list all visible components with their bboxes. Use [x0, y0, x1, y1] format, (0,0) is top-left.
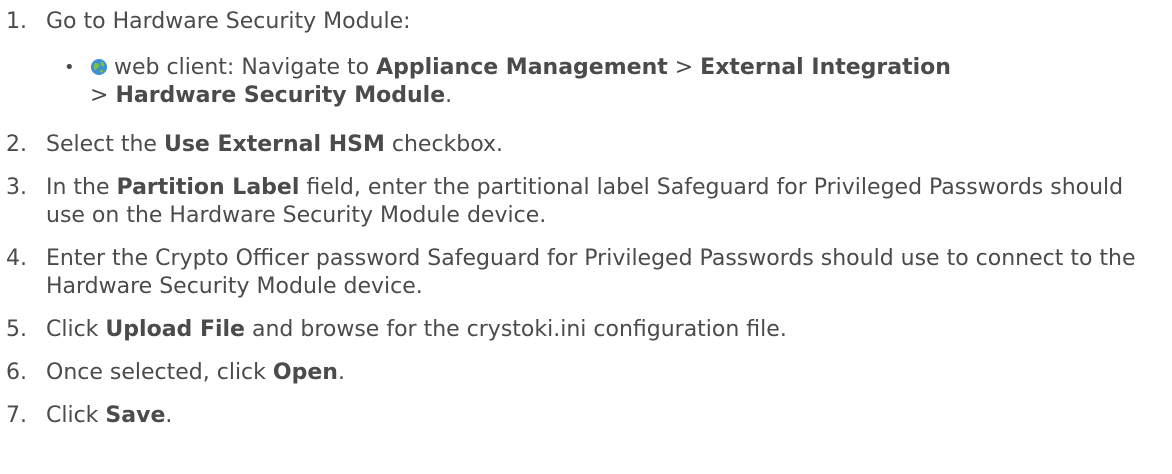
step-text: In the: [46, 175, 117, 200]
step-number: 1.: [6, 9, 27, 34]
step-2: 2. Select the Use External HSM checkbox.: [0, 131, 1172, 159]
ui-term: Open: [272, 360, 338, 385]
step-4: 4. Enter the Crypto Officer password Saf…: [0, 245, 1172, 301]
step-text: Click: [46, 317, 106, 342]
separator: >: [667, 55, 701, 80]
separator: >: [90, 83, 116, 108]
step-text: Click: [46, 403, 106, 428]
step-3: 3. In the Partition Label field, enter t…: [0, 174, 1172, 230]
step-6: 6. Once selected, click Open.: [0, 359, 1172, 387]
ui-term: Save: [105, 403, 166, 428]
menu-appliance-management: Appliance Management: [376, 55, 668, 80]
step-text: checkbox.: [384, 132, 504, 157]
menu-external-integration: External Integration: [700, 55, 951, 80]
substep-text: web client: Navigate to: [114, 55, 377, 80]
step-number: 2.: [6, 132, 27, 157]
step-number: 5.: [6, 317, 27, 342]
step-text: .: [337, 360, 345, 385]
step-number: 6.: [6, 360, 27, 385]
substep-web-client: • web client: Navigate to Appliance Mana…: [64, 54, 1152, 110]
globe-icon: [91, 59, 107, 75]
ui-term: Upload File: [105, 317, 245, 342]
step-number: 3.: [6, 175, 27, 200]
ui-term: Use External HSM: [163, 132, 385, 157]
step-text: Go to Hardware Security Module:: [46, 9, 411, 34]
menu-hardware-security-module: Hardware Security Module: [115, 83, 446, 108]
step-text: Enter the Crypto Officer password Safegu…: [46, 246, 1136, 299]
step-text: and browse for the crystoki.ini configur…: [244, 317, 787, 342]
ui-term: Partition Label: [116, 175, 300, 200]
step-number: 4.: [6, 246, 27, 271]
step-number: 7.: [6, 403, 27, 428]
step-text: Select the: [46, 132, 164, 157]
step-text: .: [165, 403, 173, 428]
step-1: 1. Go to Hardware Security Module: • web…: [0, 8, 1172, 116]
step-5: 5. Click Upload File and browse for the …: [0, 316, 1172, 344]
procedure-steps: 1. Go to Hardware Security Module: • web…: [0, 0, 1172, 474]
step-7: 7. Click Save.: [0, 402, 1172, 430]
step-text: Once selected, click: [46, 360, 273, 385]
bullet: •: [64, 57, 75, 78]
period: .: [445, 83, 453, 108]
